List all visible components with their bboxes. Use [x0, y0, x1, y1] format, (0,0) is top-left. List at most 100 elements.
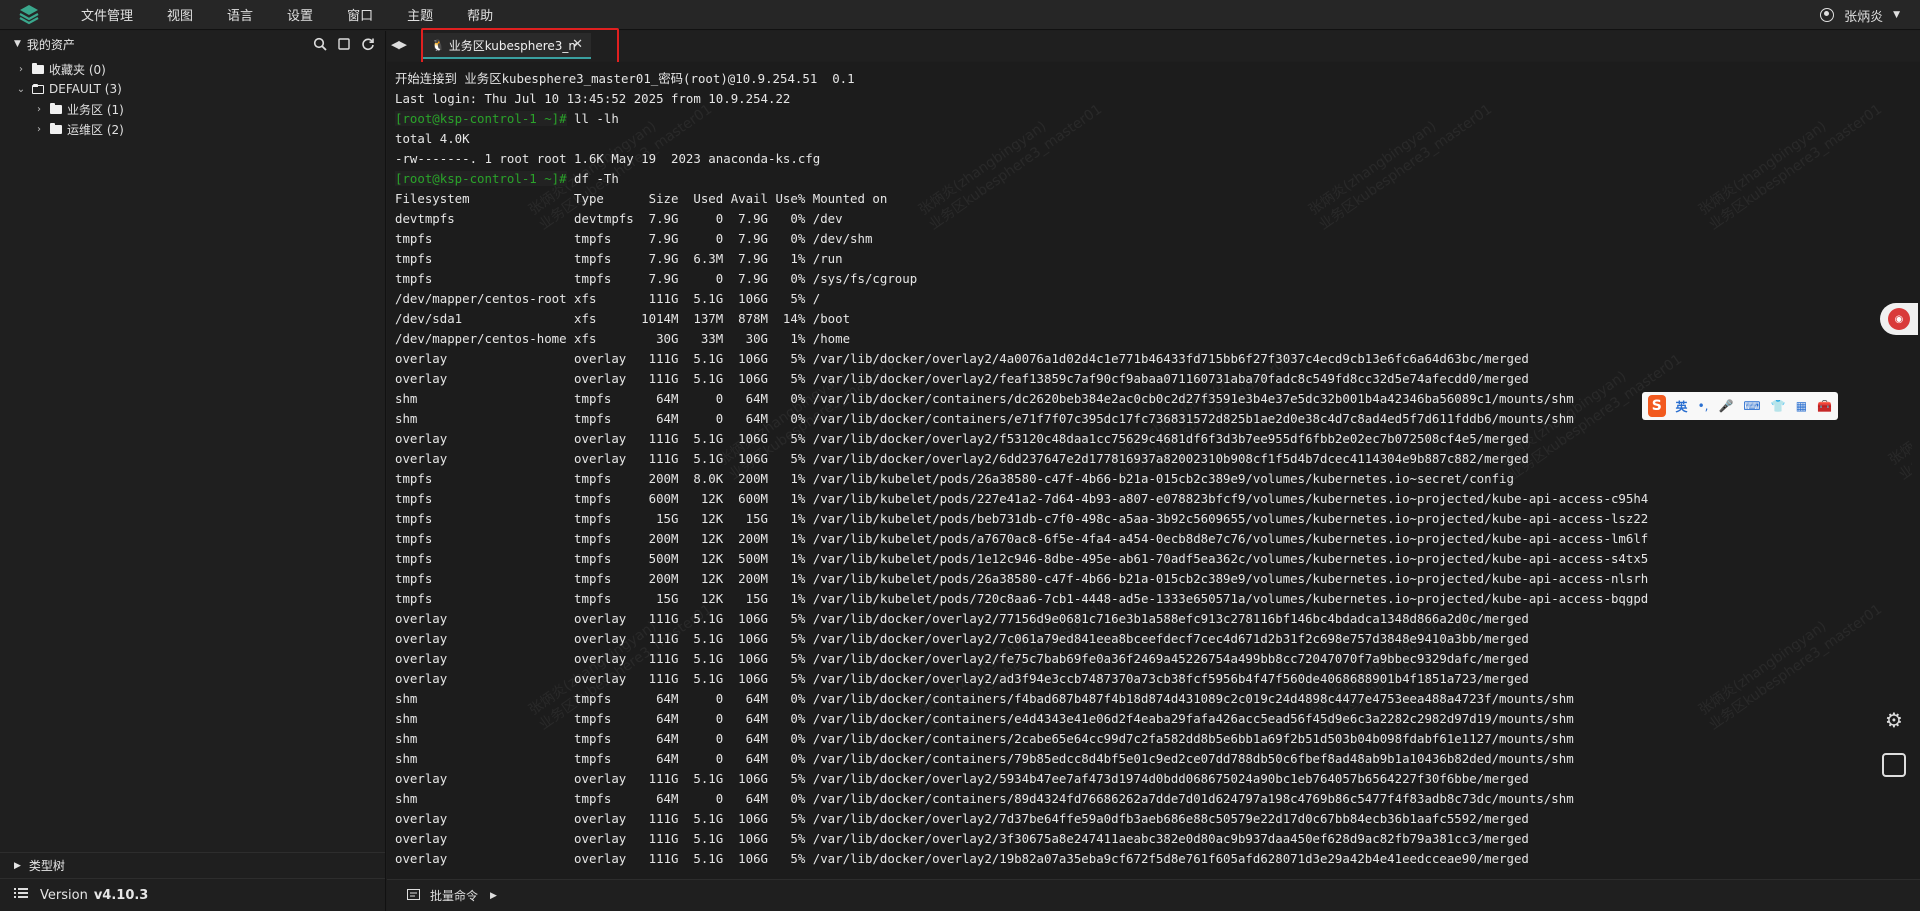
chevron-right-icon[interactable]: › [32, 124, 46, 135]
shell-prompt: [root@ksp-control-1 ~]# [395, 111, 567, 126]
caret-down-icon: ▼ [14, 39, 21, 49]
tree-item[interactable]: › 业务区 (1) [0, 99, 385, 119]
terminal-scrollbar[interactable] [1912, 62, 1920, 879]
terminal-line: overlay overlay 111G 5.1G 106G 5% /var/l… [395, 769, 1648, 789]
chevron-right-icon[interactable]: › [32, 104, 46, 115]
terminal-text: overlay overlay 111G 5.1G 106G 5% /var/l… [395, 431, 1529, 446]
menu-item-0[interactable]: 文件管理 [81, 5, 133, 24]
terminal-text: overlay overlay 111G 5.1G 106G 5% /var/l… [395, 371, 1529, 386]
terminal-text: tmpfs tmpfs 7.9G 0 7.9G 0% /dev/shm [395, 231, 873, 246]
tree-item[interactable]: › 运维区 (2) [0, 119, 385, 139]
sidebar: ▼ 我的资产 › 收藏夹 (0) ⌄ DEFAULT (3) › 业务区 (1) › 运维区 … [0, 31, 386, 911]
terminal-text: overlay overlay 111G 5.1G 106G 5% /var/l… [395, 851, 1529, 866]
keyboard-icon[interactable]: ⌨ [1743, 399, 1760, 413]
ime-language[interactable]: 英 [1676, 398, 1688, 415]
version-bar: Version v4.10.3 [0, 878, 385, 911]
asset-panel-title: 我的资产 [26, 37, 75, 52]
terminal-line: overlay overlay 111G 5.1G 106G 5% /var/l… [395, 849, 1648, 869]
square-icon[interactable] [335, 35, 353, 53]
chevron-down-icon[interactable]: ⌄ [14, 84, 28, 95]
watermark-line: 业务区kubesphere3_master01 [1706, 101, 1885, 234]
terminal-line: overlay overlay 111G 5.1G 106G 5% /var/l… [395, 829, 1648, 849]
terminal-text: tmpfs tmpfs 200M 12K 200M 1% /var/lib/ku… [395, 571, 1649, 586]
batch-command-icon[interactable] [407, 888, 420, 903]
ime-toolbar[interactable]: S 英 •, 🎤 ⌨ 👕 ▦ 🧰 [1642, 392, 1838, 420]
watermark-line: 张炳炎(zhangbingyan) [1695, 118, 1830, 219]
terminal-line: /dev/mapper/centos-root xfs 111G 5.1G 10… [395, 289, 1648, 309]
menu-item-1[interactable]: 视图 [167, 5, 193, 24]
search-icon[interactable] [311, 35, 329, 53]
skin-icon[interactable]: 👕 [1771, 399, 1786, 413]
terminal-text: Last login: Thu Jul 10 13:45:52 2025 fro… [395, 91, 791, 106]
terminal-line: [root@ksp-control-1 ~]# df -Th [395, 169, 1648, 189]
menu-item-4[interactable]: 窗口 [347, 5, 373, 24]
tree-item-label: 运维区 (2) [67, 122, 124, 137]
asset-panel-header[interactable]: ▼ 我的资产 [0, 31, 385, 57]
type-tree-label: 类型树 [28, 859, 65, 873]
floating-assistant-button[interactable]: ◉ [1880, 303, 1918, 335]
terminal-text: overlay overlay 111G 5.1G 106G 5% /var/l… [395, 631, 1529, 646]
terminal-text: shm tmpfs 64M 0 64M 0% /var/lib/docker/c… [395, 691, 1574, 706]
terminal[interactable]: 张炳炎(zhangbingyan) 业务区kubesphere3_master01… [387, 62, 1920, 879]
terminal-text: shm tmpfs 64M 0 64M 0% /var/lib/docker/c… [395, 751, 1574, 766]
terminal-output: 开始连接到 业务区kubesphere3_master01_密码(root)@1… [395, 69, 1648, 869]
menu-item-6[interactable]: 帮助 [467, 5, 493, 24]
terminal-text: shm tmpfs 64M 0 64M 0% /var/lib/docker/c… [395, 391, 1574, 406]
tree-item-label: DEFAULT (3) [49, 82, 122, 96]
grid-icon[interactable]: ▦ [1796, 399, 1807, 413]
punctuation-icon[interactable]: •, [1698, 399, 1709, 413]
menu-item-2[interactable]: 语言 [227, 5, 253, 24]
terminal-text: overlay overlay 111G 5.1G 106G 5% /var/l… [395, 651, 1529, 666]
menu-bar: 文件管理 视图 语言 设置 窗口 主题 帮助 张炳炎 ▼ [0, 0, 1920, 30]
terminal-text: tmpfs tmpfs 15G 12K 15G 1% /var/lib/kube… [395, 591, 1649, 606]
chat-icon[interactable] [1882, 753, 1906, 777]
terminal-line: overlay overlay 111G 5.1G 106G 5% /var/l… [395, 429, 1648, 449]
shell-prompt: [root@ksp-control-1 ~]# [395, 171, 567, 186]
terminal-text: 开始连接到 业务区kubesphere3_master01_密码(root)@1… [395, 71, 855, 86]
watermark: 张炳炎(zhangbingyan) 业务区kubesphere3_master01 [1695, 86, 1885, 234]
menu-items: 文件管理 视图 语言 设置 窗口 主题 帮助 [64, 5, 510, 24]
tree-item[interactable]: › 收藏夹 (0) [0, 59, 385, 79]
terminal-text: overlay overlay 111G 5.1G 106G 5% /var/l… [395, 771, 1529, 786]
terminal-text: ll -lh [566, 111, 619, 126]
terminal-text: overlay overlay 111G 5.1G 106G 5% /var/l… [395, 811, 1529, 826]
asset-tree: › 收藏夹 (0) ⌄ DEFAULT (3) › 业务区 (1) › 运维区 (2) [0, 57, 385, 139]
terminal-text: shm tmpfs 64M 0 64M 0% /var/lib/docker/c… [395, 411, 1574, 426]
terminal-line: overlay overlay 111G 5.1G 106G 5% /var/l… [395, 629, 1648, 649]
terminal-text: overlay overlay 111G 5.1G 106G 5% /var/l… [395, 351, 1529, 366]
list-icon[interactable] [14, 887, 28, 903]
tab-session[interactable]: 🐧 业务区kubesphere3_master01_密码(root)@10.9.… [423, 33, 591, 59]
watermark-line: 业务区kubesphere3_master01 [1706, 601, 1885, 734]
terminal-line: overlay overlay 111G 5.1G 106G 5% /var/l… [395, 609, 1648, 629]
terminal-line: overlay overlay 111G 5.1G 106G 5% /var/l… [395, 449, 1648, 469]
terminal-line: tmpfs tmpfs 200M 12K 200M 1% /var/lib/ku… [395, 569, 1648, 589]
terminal-text: shm tmpfs 64M 0 64M 0% /var/lib/docker/c… [395, 711, 1574, 726]
tab-nav-arrows-icon[interactable]: ◀▶ [391, 38, 407, 51]
terminal-line: Last login: Thu Jul 10 13:45:52 2025 fro… [395, 89, 1648, 109]
batch-command-label[interactable]: 批量命令 [430, 887, 478, 904]
menu-item-5[interactable]: 主题 [407, 5, 433, 24]
tree-item[interactable]: ⌄ DEFAULT (3) [0, 79, 385, 99]
caret-right-icon[interactable]: ▶ [490, 891, 497, 901]
chevron-right-icon[interactable]: › [14, 64, 28, 75]
user-menu[interactable]: 张炳炎 ▼ [1820, 0, 1900, 30]
terminal-text: overlay overlay 111G 5.1G 106G 5% /var/l… [395, 451, 1529, 466]
chevron-down-icon: ▼ [1893, 10, 1900, 20]
close-icon[interactable]: ✕ [572, 37, 583, 52]
microphone-icon[interactable]: 🎤 [1718, 399, 1733, 413]
terminal-line: tmpfs tmpfs 15G 12K 15G 1% /var/lib/kube… [395, 589, 1648, 609]
menu-item-3[interactable]: 设置 [287, 5, 313, 24]
terminal-text: tmpfs tmpfs 15G 12K 15G 1% /var/lib/kube… [395, 511, 1649, 526]
terminal-line: [root@ksp-control-1 ~]# ll -lh [395, 109, 1648, 129]
refresh-icon[interactable] [359, 35, 377, 53]
folder-icon [32, 83, 44, 94]
settings-gear-icon[interactable]: ⚙ [1882, 708, 1906, 732]
terminal-line: shm tmpfs 64M 0 64M 0% /var/lib/docker/c… [395, 749, 1648, 769]
terminal-line: shm tmpfs 64M 0 64M 0% /var/lib/docker/c… [395, 729, 1648, 749]
terminal-line: tmpfs tmpfs 500M 12K 500M 1% /var/lib/ku… [395, 549, 1648, 569]
terminal-line: overlay overlay 111G 5.1G 106G 5% /var/l… [395, 669, 1648, 689]
type-tree-header[interactable]: ▶ 类型树 [0, 852, 385, 878]
terminal-text: tmpfs tmpfs 500M 12K 500M 1% /var/lib/ku… [395, 551, 1649, 566]
toolbox-icon[interactable]: 🧰 [1817, 399, 1832, 413]
terminal-text: /dev/sda1 xfs 1014M 137M 878M 14% /boot [395, 311, 851, 326]
